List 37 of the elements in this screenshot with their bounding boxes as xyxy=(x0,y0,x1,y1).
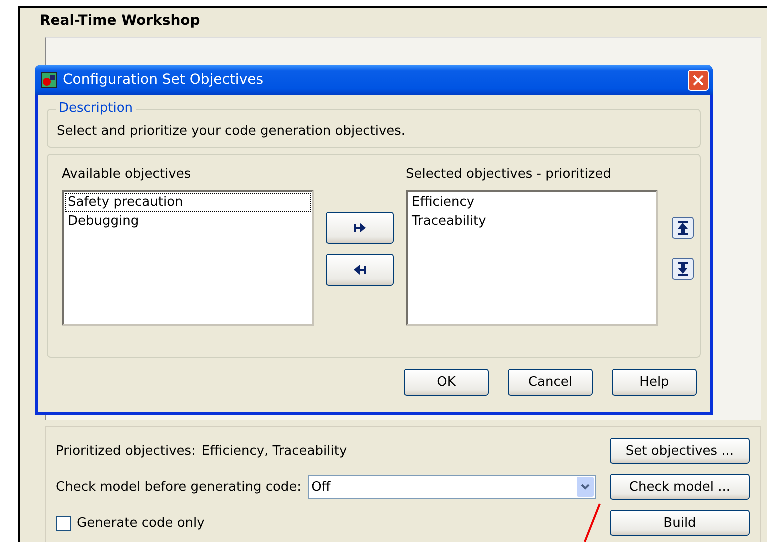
remove-button[interactable] xyxy=(326,254,394,286)
close-icon xyxy=(693,74,704,86)
list-label: Selected objectives - prioritized xyxy=(406,167,612,182)
list-item[interactable]: Efficiency xyxy=(409,193,655,212)
list-item[interactable]: Safety precaution xyxy=(65,193,311,212)
build-button[interactable]: Build xyxy=(610,510,750,536)
dialog-title: Configuration Set Objectives xyxy=(63,72,265,88)
prioritized-label: Prioritized objectives: xyxy=(56,444,196,458)
arrow-left-icon xyxy=(353,264,367,276)
move-up-button[interactable] xyxy=(672,217,694,239)
check-model-button[interactable]: Check model ... xyxy=(610,474,750,500)
list-item[interactable]: Debugging xyxy=(65,212,311,231)
group-legend: Description xyxy=(56,101,136,116)
objectives-list[interactable]: Safety precaution Debugging xyxy=(62,190,314,326)
annotation-line xyxy=(582,503,602,542)
chevron-down-icon xyxy=(580,484,590,490)
check-model-label: Check model before generating code: xyxy=(56,480,302,494)
arrow-right-icon xyxy=(353,222,367,234)
prioritized-value: Efficiency, Traceability xyxy=(202,444,348,458)
set-objectives-button[interactable]: Set objectives ... xyxy=(610,438,750,464)
list-label: Available objectives xyxy=(62,167,192,182)
objectives-list[interactable]: Efficiency Traceability xyxy=(406,190,658,326)
move-up-icon xyxy=(677,221,689,235)
move-down-button[interactable] xyxy=(672,258,694,280)
list-item[interactable]: Traceability xyxy=(409,212,655,231)
generate-code-label: Generate code only xyxy=(77,516,205,530)
description-text: Select and prioritize your code generation objectives. xyxy=(57,124,406,139)
close-button[interactable] xyxy=(688,70,709,90)
dialog-button[interactable]: Cancel xyxy=(508,369,593,396)
panel-title: Real-Time Workshop xyxy=(39,12,202,31)
dialog-button[interactable]: Help xyxy=(612,369,697,396)
dialog-button[interactable]: OK xyxy=(404,369,489,396)
generate-code-checkbox[interactable] xyxy=(56,516,71,530)
add-button[interactable] xyxy=(326,212,394,244)
app-icon xyxy=(41,72,57,88)
move-down-icon xyxy=(677,262,689,276)
check-model-dropdown[interactable]: Off xyxy=(308,475,596,499)
